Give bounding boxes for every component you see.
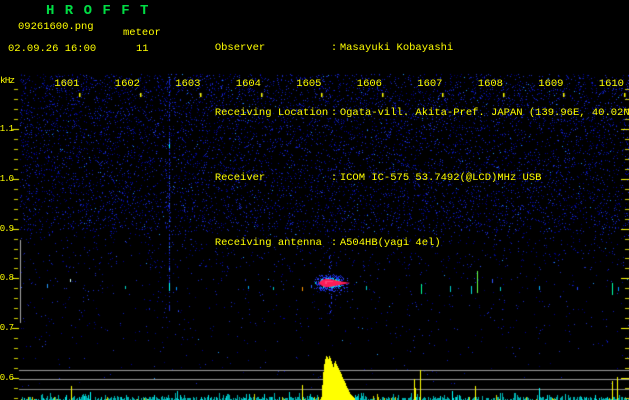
ytick-label: 0.7 <box>0 323 13 333</box>
output-filename: 09261600.png <box>18 21 94 33</box>
info-value: A504HB(yagi 4el) <box>340 237 441 249</box>
receiving-antenna-row: Receiving antenna:A504HB(yagi 4el) <box>177 224 629 263</box>
y-axis-unit-label: kHz <box>0 75 14 86</box>
xtick-label: 1603 <box>175 78 201 90</box>
info-label: Receiver <box>215 172 331 185</box>
observer-row: Observer:Masayuki Kobayashi <box>177 29 629 68</box>
ytick-label: 0.8 <box>0 273 13 283</box>
info-value: Ogata-vill. Akita-Pref. JAPAN (139.96E, … <box>340 107 629 119</box>
xtick-label: 1610 <box>598 78 624 90</box>
info-separator: : <box>331 172 340 185</box>
station-info: Observer:Masayuki Kobayashi Receiving Lo… <box>177 3 629 289</box>
info-separator: : <box>331 42 340 55</box>
info-value: ICOM IC-575 53.7492(@LCD)MHz USB <box>340 172 542 184</box>
observation-datetime: 02.09.26 16:00 <box>8 43 96 55</box>
info-value: Masayuki Kobayashi <box>340 42 453 54</box>
xtick-label: 1606 <box>356 78 382 90</box>
receiver-row: Receiver:ICOM IC-575 53.7492(@LCD)MHz US… <box>177 159 629 198</box>
mode-label: meteor <box>123 27 161 39</box>
info-label: Receiving Location <box>215 107 331 120</box>
info-label: Receiving antenna <box>215 237 331 250</box>
xtick-label: 1605 <box>296 78 322 90</box>
xtick-label: 1604 <box>235 78 261 90</box>
ytick-label: 1.1 <box>0 124 13 134</box>
xtick-label: 1608 <box>477 78 503 90</box>
ytick-label: 0.9 <box>0 224 13 234</box>
info-label: Observer <box>215 42 331 55</box>
ytick-label: 0.6 <box>0 373 13 383</box>
xtick-label: 1607 <box>417 78 443 90</box>
xtick-label: 1602 <box>114 78 140 90</box>
xtick-label: 1601 <box>54 78 80 90</box>
info-separator: : <box>331 107 340 120</box>
receiving-location-row: Receiving Location:Ogata-vill. Akita-Pre… <box>177 94 629 133</box>
echo-count: 11 <box>136 43 149 55</box>
app-title: H R O F F T <box>46 3 149 19</box>
hrofft-output-window: H R O F F T 09261600.png meteor 02.09.26… <box>0 0 629 400</box>
info-separator: : <box>331 237 340 250</box>
ytick-label: 1.0 <box>0 174 13 184</box>
xtick-label: 1609 <box>538 78 564 90</box>
